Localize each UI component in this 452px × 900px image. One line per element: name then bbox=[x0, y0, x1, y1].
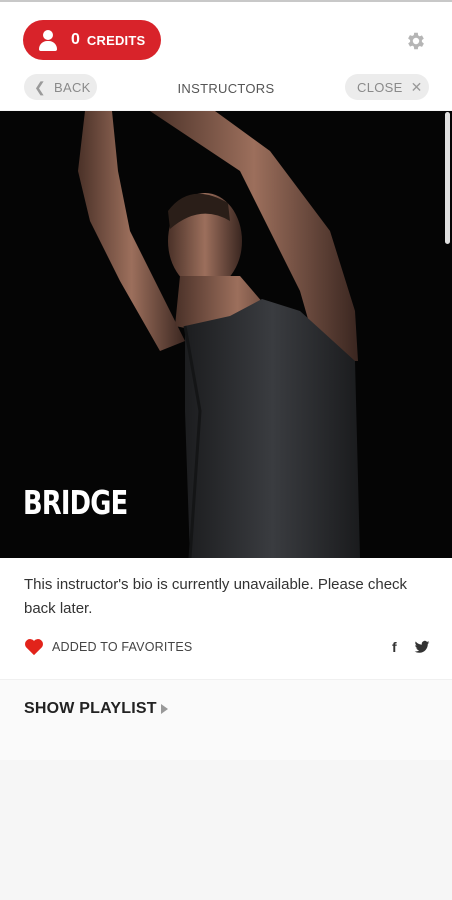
instructor-bio: This instructor's bio is currently unava… bbox=[24, 576, 408, 617]
empty-area bbox=[0, 760, 452, 900]
user-icon bbox=[37, 29, 59, 51]
instructor-name: BRIDGE bbox=[23, 483, 128, 522]
instructor-photo: BRIDGE bbox=[0, 111, 452, 558]
show-playlist-button[interactable]: SHOW PLAYLIST bbox=[24, 700, 168, 718]
nav-row: ❮ BACK INSTRUCTORS CLOSE ✕ bbox=[0, 74, 452, 104]
playlist-section: SHOW PLAYLIST bbox=[0, 679, 452, 760]
bio-section: This instructor's bio is currently unava… bbox=[0, 558, 452, 679]
play-arrow-icon bbox=[160, 704, 168, 714]
scrollbar[interactable] bbox=[445, 112, 450, 244]
favorite-label: ADDED TO FAVORITES bbox=[52, 640, 193, 654]
close-label: CLOSE bbox=[357, 79, 403, 95]
credits-label: CREDITS bbox=[86, 32, 146, 48]
gear-icon[interactable] bbox=[405, 30, 427, 52]
credits-count: 0 bbox=[71, 31, 80, 48]
facebook-icon[interactable]: f bbox=[392, 639, 408, 655]
close-icon: ✕ bbox=[410, 78, 423, 95]
heart-icon bbox=[25, 639, 43, 656]
credits-button[interactable]: 0 CREDITS bbox=[23, 20, 161, 60]
close-button[interactable]: CLOSE ✕ bbox=[345, 74, 429, 100]
header: 0 CREDITS ❮ BACK INSTRUCTORS CLOSE ✕ bbox=[0, 2, 452, 110]
favorite-toggle[interactable]: ADDED TO FAVORITES bbox=[24, 638, 192, 656]
show-playlist-label: SHOW PLAYLIST bbox=[24, 700, 157, 717]
twitter-icon[interactable] bbox=[414, 639, 430, 655]
